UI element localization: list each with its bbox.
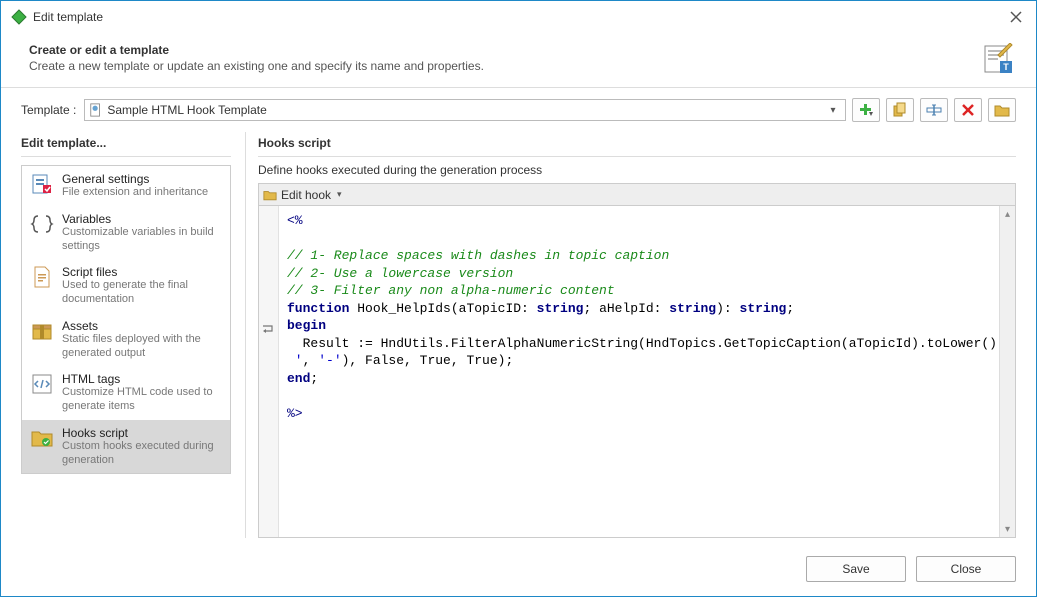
code-token: end	[287, 371, 310, 386]
close-icon[interactable]	[1006, 7, 1026, 27]
code-line: // 3- Filter any non alpha-numeric conte…	[287, 283, 615, 298]
nav-item-variables[interactable]: Variables Customizable variables in buil…	[22, 206, 230, 260]
right-panel-title: Hooks script	[258, 132, 1016, 157]
nav-item-htmltags[interactable]: HTML tags Customize HTML code used to ge…	[22, 366, 230, 420]
code-token: string	[537, 301, 584, 316]
code-token: ;	[310, 371, 318, 386]
code-line: begin	[287, 318, 326, 333]
code-token: Hook_HelpIds(aTopicID:	[349, 301, 536, 316]
template-header-icon: T	[982, 43, 1014, 75]
nav-item-label: HTML tags	[62, 372, 222, 386]
code-token: ), False, True, True);	[342, 353, 514, 368]
tags-icon	[30, 372, 54, 396]
nav-item-assets[interactable]: Assets Static files deployed with the ge…	[22, 313, 230, 367]
gutter	[259, 206, 279, 537]
add-template-button[interactable]	[852, 98, 880, 122]
code-token: string	[669, 301, 716, 316]
nav-item-desc: Customize HTML code used to generate ite…	[62, 386, 222, 414]
window-title: Edit template	[33, 10, 103, 24]
delete-template-button[interactable]	[954, 98, 982, 122]
template-row: Template : Sample HTML Hook Template ▾	[1, 88, 1036, 132]
left-panel: Edit template... General settings File e…	[21, 132, 231, 538]
code-line: <%	[287, 213, 303, 228]
vertical-scrollbar[interactable]: ▴ ▾	[999, 206, 1015, 537]
footer: Save Close	[1, 548, 1036, 596]
nav-item-desc: Static files deployed with the generated…	[62, 333, 222, 361]
nav-item-label: General settings	[62, 172, 208, 186]
settings-icon	[30, 172, 54, 196]
folder-script-icon	[30, 426, 54, 450]
nav-item-label: Assets	[62, 319, 222, 333]
code-token: ,	[303, 353, 319, 368]
rename-template-button[interactable]	[920, 98, 948, 122]
braces-icon	[30, 212, 54, 236]
save-button[interactable]: Save	[806, 556, 906, 582]
header-subtitle: Create a new template or update an exist…	[29, 59, 1016, 73]
close-button[interactable]: Close	[916, 556, 1016, 582]
right-panel: Hooks script Define hooks executed durin…	[245, 132, 1016, 538]
copy-template-button[interactable]	[886, 98, 914, 122]
template-selected-text: Sample HTML Hook Template	[107, 103, 266, 117]
body-area: Edit template... General settings File e…	[1, 132, 1036, 548]
app-icon	[11, 9, 27, 25]
edit-template-dialog: Edit template Create or edit a template …	[0, 0, 1037, 597]
nav-item-general[interactable]: General settings File extension and inhe…	[22, 166, 230, 206]
code-token: ;	[786, 301, 794, 316]
code-body[interactable]: <% // 1- Replace spaces with dashes in t…	[279, 206, 999, 537]
nav-list: General settings File extension and inhe…	[21, 165, 231, 474]
open-folder-button[interactable]	[988, 98, 1016, 122]
nav-item-desc: Used to generate the final documentation	[62, 279, 222, 307]
edit-hook-label: Edit hook	[281, 188, 331, 202]
template-item-icon	[89, 103, 103, 117]
nav-item-label: Script files	[62, 265, 222, 279]
titlebar: Edit template	[1, 1, 1036, 33]
chevron-down-icon: ▾	[825, 105, 841, 116]
header-title: Create or edit a template	[29, 43, 1016, 57]
template-label: Template :	[21, 103, 76, 117]
wrap-indicator-icon	[261, 323, 275, 337]
file-icon	[30, 265, 54, 289]
left-panel-title: Edit template...	[21, 132, 231, 157]
nav-item-desc: Custom hooks executed during generation	[62, 440, 222, 468]
package-icon	[30, 319, 54, 343]
code-token: function	[287, 301, 349, 316]
template-select[interactable]: Sample HTML Hook Template ▾	[84, 99, 846, 121]
code-token: string	[740, 301, 787, 316]
chevron-down-icon: ▾	[337, 189, 342, 200]
code-line: %>	[287, 406, 303, 421]
code-line: // 2- Use a lowercase version	[287, 266, 513, 281]
nav-item-desc: File extension and inheritance	[62, 186, 208, 200]
right-panel-desc: Define hooks executed during the generat…	[258, 163, 1016, 177]
code-token: Result := HndUtils.FilterAlphaNumericStr…	[287, 336, 999, 351]
nav-item-scripts[interactable]: Script files Used to generate the final …	[22, 259, 230, 313]
nav-item-desc: Customizable variables in build settings	[62, 226, 222, 254]
scroll-up-icon[interactable]: ▴	[1000, 206, 1015, 222]
code-token: ):	[716, 301, 739, 316]
nav-item-label: Variables	[62, 212, 222, 226]
code-token: '-'	[318, 353, 341, 368]
code-line: // 1- Replace spaces with dashes in topi…	[287, 248, 669, 263]
code-token: '	[287, 353, 303, 368]
nav-item-hooks[interactable]: Hooks script Custom hooks executed durin…	[22, 420, 230, 474]
code-token: ; aHelpId:	[583, 301, 669, 316]
folder-icon	[263, 188, 277, 202]
nav-item-label: Hooks script	[62, 426, 222, 440]
svg-text:T: T	[1003, 62, 1009, 72]
scroll-down-icon[interactable]: ▾	[1000, 521, 1015, 537]
header-section: Create or edit a template Create a new t…	[1, 33, 1036, 88]
edit-hook-dropdown[interactable]: Edit hook ▾	[258, 183, 1016, 205]
code-editor[interactable]: <% // 1- Replace spaces with dashes in t…	[258, 205, 1016, 538]
